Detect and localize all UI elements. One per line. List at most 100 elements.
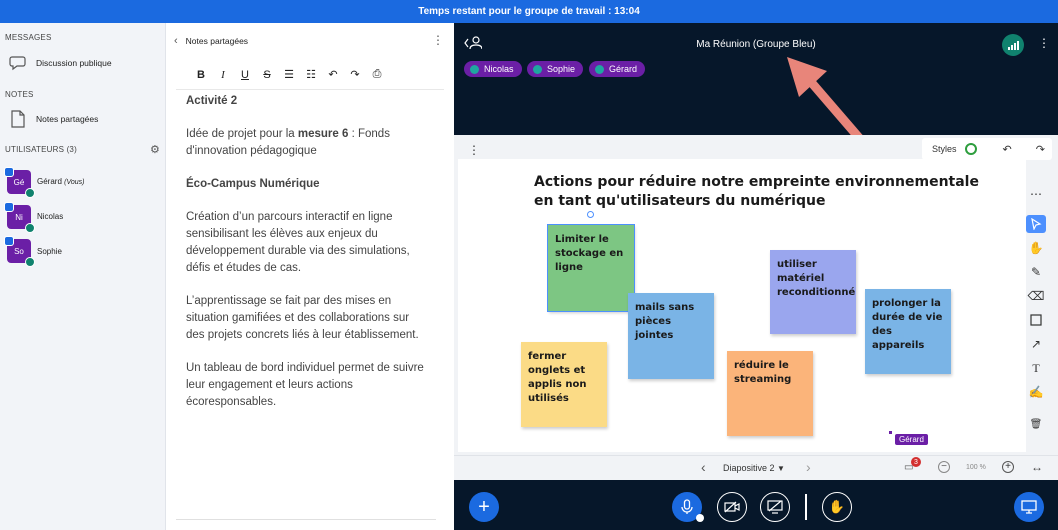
more-options-icon[interactable]: ⋮ (1038, 36, 1050, 50)
notes-editor[interactable]: Activité 2 Idée de projet pour la mesure… (186, 93, 426, 427)
zoom-out-icon[interactable]: − (938, 461, 950, 473)
talking-indicator-sophie: Sophie (527, 61, 584, 77)
sticky-note[interactable]: prolonger la durée de vie des appareils (865, 289, 951, 374)
sticky-note[interactable]: réduire le streaming (727, 351, 813, 436)
microphone-button[interactable] (672, 492, 704, 522)
avatar[interactable]: So (4, 236, 35, 267)
color-swatch-icon[interactable] (964, 143, 977, 155)
talker-name: Gérard (609, 64, 638, 74)
bullet-list-icon[interactable]: ☷ (304, 68, 318, 81)
public-chat-item[interactable]: Discussion publique (8, 53, 112, 73)
camera-off-button[interactable] (717, 492, 747, 522)
user-item-nicolas[interactable]: Nicolas (37, 212, 63, 221)
microphone-icon (25, 223, 35, 233)
undo-icon[interactable]: ↶ (1003, 143, 1012, 156)
notes-paragraph: L’apprentissage se fait par des mises en… (186, 295, 419, 341)
ordered-list-icon[interactable]: ☰ (282, 68, 296, 81)
sticky-note[interactable]: fermer onglets et applis non utilisés (521, 342, 607, 427)
sidebar: MESSAGES Discussion publique NOTES Notes… (0, 23, 166, 530)
selection-handle[interactable] (587, 211, 594, 218)
action-bar: + ✋ (454, 480, 1058, 530)
you-tag: (Vous) (64, 179, 85, 186)
public-chat-label: Discussion publique (36, 58, 112, 68)
select-tool-icon[interactable] (1026, 215, 1046, 233)
next-slide-icon[interactable]: › (806, 459, 811, 475)
presentation-options-icon[interactable]: ⋮ (468, 143, 480, 157)
microphone-icon (533, 64, 542, 74)
strikethrough-button[interactable]: S (260, 69, 274, 81)
shared-notes-item[interactable]: Notes partagées (8, 109, 98, 129)
rectangle-tool-icon[interactable] (1026, 311, 1046, 329)
hand-tool-icon[interactable]: ✋ (1026, 239, 1046, 257)
avatar[interactable]: Ni (4, 202, 35, 233)
meeting-title: Ma Réunion (Groupe Bleu) (696, 39, 816, 50)
text-span: Idée de projet pour la (186, 128, 298, 140)
sticky-note[interactable]: utiliser matériel reconditionné (770, 250, 856, 334)
slide-canvas[interactable]: Actions pour réduire notre empreinte env… (458, 159, 1026, 452)
notes-paragraph: Idée de projet pour la mesure 6 : Fonds … (186, 126, 426, 160)
previous-slide-icon[interactable]: ‹ (701, 459, 706, 475)
shared-notes-label: Notes partagées (36, 114, 99, 124)
note-tool-icon[interactable]: ✍ (1026, 383, 1046, 401)
styles-panel[interactable]: Styles ↶ ↷ (922, 138, 1052, 160)
text-tool-icon[interactable]: T (1026, 359, 1046, 377)
gear-icon[interactable]: ⚙ (150, 143, 160, 156)
connection-status-icon[interactable] (1002, 34, 1024, 56)
notes-heading: NOTES (5, 90, 34, 99)
raise-hand-button[interactable]: ✋ (822, 492, 852, 522)
sticky-note[interactable]: mails sans pièces jointes (628, 293, 714, 379)
chevron-left-icon[interactable]: ‹ (174, 35, 178, 47)
project-title: Éco-Campus Numérique (186, 178, 320, 190)
user-name: Gérard (37, 177, 62, 186)
messages-heading: MESSAGES (5, 33, 52, 42)
bold-text: mesure 6 (297, 128, 349, 140)
notes-paragraph: Un tableau de bord individuel permet de … (186, 362, 424, 408)
toolbar-divider (176, 89, 444, 90)
italic-button[interactable]: I (216, 69, 230, 81)
presentation-toggle-button[interactable] (1014, 492, 1044, 522)
slide-title: Actions pour réduire notre empreinte env… (534, 174, 979, 209)
document-icon (8, 109, 28, 129)
notes-header: ‹ Notes partagées (174, 35, 248, 47)
avatar[interactable]: Gé (4, 167, 35, 198)
avatar-initials: Gé (13, 177, 25, 187)
user-item-sophie[interactable]: Sophie (37, 247, 62, 256)
undo-icon[interactable]: ↶ (326, 68, 340, 81)
presenter-icon (4, 236, 14, 246)
avatar-initials: So (14, 246, 24, 256)
notes-title: Notes partagées (185, 36, 249, 46)
fit-width-icon[interactable]: ↔ (1031, 460, 1043, 474)
slide-selector[interactable]: Diapositive 2 ▼ (723, 463, 785, 473)
redo-icon[interactable]: ↷ (348, 68, 362, 81)
presentation-area: ⋮ Styles ↶ ↷ Actions pour réduire notre … (454, 135, 1058, 480)
audio-settings-dot[interactable] (696, 514, 704, 522)
chevron-down-icon: ▼ (777, 464, 785, 473)
styles-label: Styles (932, 144, 957, 154)
notes-toolbar: B I U S ☰ ☷ ↶ ↷ ⎙ (194, 68, 384, 81)
notes-heading: Activité 2 (186, 95, 238, 107)
arrow-tool-icon[interactable]: ↗ (1026, 335, 1046, 353)
breakout-timer: Temps restant pour le groupe de travail … (0, 0, 1058, 23)
microphone-icon (595, 64, 604, 74)
presenter-icon (4, 167, 14, 177)
sticky-note[interactable]: Limiter le stockage en ligne (547, 224, 635, 312)
eraser-tool-icon[interactable]: ⌫ (1026, 287, 1046, 305)
redo-icon[interactable]: ↷ (1036, 143, 1045, 156)
screen-share-off-button[interactable] (760, 492, 790, 522)
underline-button[interactable]: U (238, 69, 252, 81)
zoom-in-icon[interactable]: + (1002, 461, 1014, 473)
export-icon[interactable]: ⎙ (370, 68, 384, 81)
more-tools-icon[interactable]: ⋯ (1026, 185, 1046, 203)
notifications-icon[interactable]: ▭ 3 (904, 457, 921, 473)
delete-icon[interactable]: 🗑 (1026, 415, 1046, 433)
drawing-toolbar: ⋯ ✋ ✎ ⌫ ↗ T ✍ 🗑 (1026, 185, 1046, 433)
talking-indicator-nicolas: Nicolas (464, 61, 522, 77)
avatar-initials: Ni (15, 212, 23, 222)
user-item-gerard[interactable]: Gérard (Vous) (37, 177, 85, 186)
bold-button[interactable]: B (194, 69, 208, 81)
pencil-tool-icon[interactable]: ✎ (1026, 263, 1046, 281)
presenter-icon (4, 202, 14, 212)
more-options-icon[interactable]: ⋮ (432, 33, 444, 47)
actions-plus-button[interactable]: + (469, 492, 499, 522)
notes-footer-divider (176, 519, 436, 520)
